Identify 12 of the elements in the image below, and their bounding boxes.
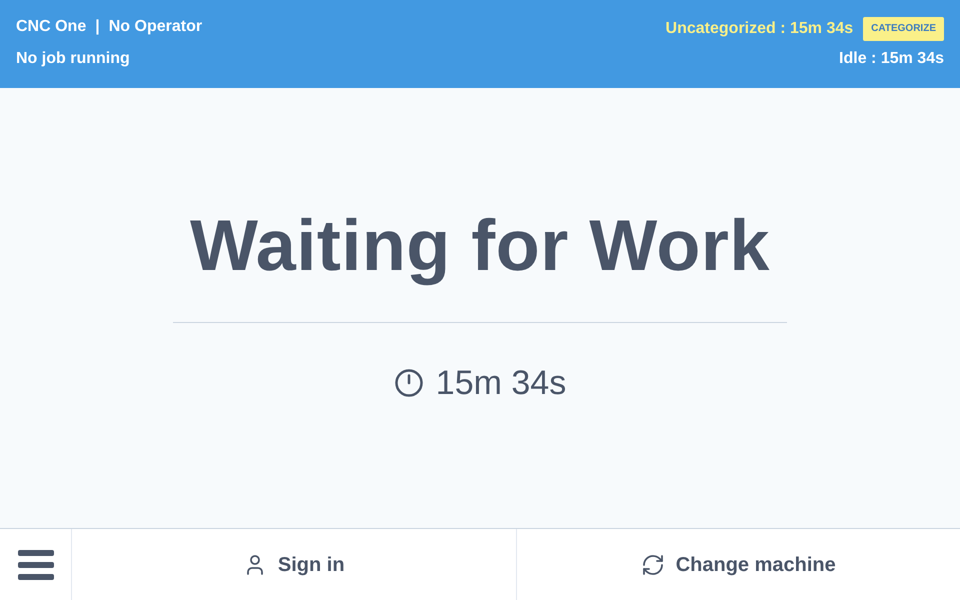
status-title: Waiting for Work <box>190 206 770 286</box>
job-status: No job running <box>16 49 131 69</box>
separator: | <box>95 17 100 37</box>
machine-name: CNC One <box>16 17 86 37</box>
elapsed-time: 15m 34s <box>436 363 566 403</box>
category-status: Uncategorized : 15m 34s <box>666 19 854 39</box>
clock-icon <box>394 368 424 398</box>
categorize-button[interactable]: CATEGORIZE <box>863 17 944 41</box>
refresh-icon <box>640 552 665 576</box>
state-duration: Idle : 15m 34s <box>839 49 944 69</box>
operator-name: No Operator <box>108 17 202 37</box>
menu-icon <box>18 550 54 580</box>
